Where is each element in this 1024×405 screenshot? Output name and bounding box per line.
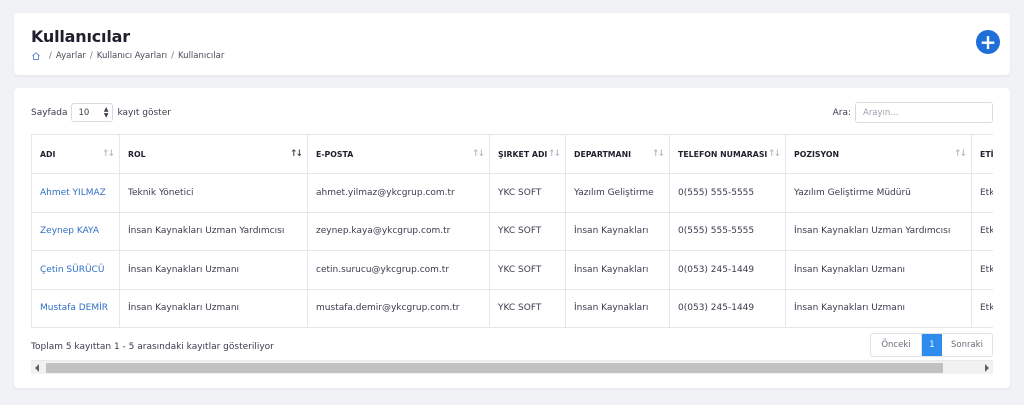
add-user-button[interactable]: + xyxy=(976,30,1000,54)
cell-department: İnsan Kaynakları xyxy=(565,288,670,328)
next-page-button[interactable]: Sonraki xyxy=(942,334,992,356)
cell-email: zeynep.kaya@ykcgrup.com.tr xyxy=(307,211,490,251)
search-control: Ara: Arayın... xyxy=(833,102,993,123)
breadcrumb-separator: / xyxy=(49,51,52,61)
cell-phone: 0(555) 555-5555 xyxy=(669,173,786,213)
home-icon[interactable] xyxy=(31,51,41,61)
cell-role: İnsan Kaynakları Uzmanı xyxy=(119,250,308,290)
breadcrumb-item-user-settings[interactable]: Kullanıcı Ayarları xyxy=(97,51,167,61)
scroll-left-icon[interactable] xyxy=(35,364,39,372)
cell-company: YKC SOFT xyxy=(489,288,566,328)
sort-icon: ↑↓ xyxy=(953,149,967,159)
user-name-link[interactable]: Çetin SÜRÜCÜ xyxy=(31,250,120,290)
cell-phone: 0(053) 245-1449 xyxy=(669,288,786,328)
column-header-email[interactable]: E-POSTA ↑↓ xyxy=(307,134,490,174)
cell-phone: 0(053) 245-1449 xyxy=(669,250,786,290)
cell-tag: Etk xyxy=(971,288,993,328)
user-name-link[interactable]: Mustafa DEMİR xyxy=(31,288,120,328)
cell-department: İnsan Kaynakları xyxy=(565,250,670,290)
column-header-name[interactable]: ADI ↑↓ xyxy=(31,134,120,174)
cell-tag: Etk xyxy=(971,211,993,251)
cell-email: mustafa.demir@ykcgrup.com.tr xyxy=(307,288,490,328)
cell-department: İnsan Kaynakları xyxy=(565,211,670,251)
sort-icon: ↑↓ xyxy=(471,149,485,159)
cell-company: YKC SOFT xyxy=(489,211,566,251)
user-name-link[interactable]: Ahmet YILMAZ xyxy=(31,173,120,213)
plus-icon: + xyxy=(979,30,997,54)
table-row: Ahmet YILMAZ Teknik Yönetici ahmet.yilma… xyxy=(31,173,993,213)
column-header-department[interactable]: DEPARTMANI ↑↓ xyxy=(565,134,670,174)
scroll-right-icon[interactable] xyxy=(985,364,989,372)
column-header-tag[interactable]: ETİKET xyxy=(971,134,993,174)
cell-phone: 0(555) 555-5555 xyxy=(669,211,786,251)
table-row: Mustafa DEMİR İnsan Kaynakları Uzmanı mu… xyxy=(31,288,993,328)
breadcrumb-item-settings[interactable]: Ayarlar xyxy=(56,51,86,61)
sort-icon: ↑↓ xyxy=(101,149,115,159)
cell-position: İnsan Kaynakları Uzman Yardımcısı xyxy=(785,211,972,251)
cell-role: İnsan Kaynakları Uzman Yardımcısı xyxy=(119,211,308,251)
sort-icon: ↑↓ xyxy=(767,149,781,159)
horizontal-scrollbar[interactable] xyxy=(31,360,993,374)
pagination: Önceki 1 Sonraki xyxy=(870,333,993,357)
search-input[interactable]: Arayın... xyxy=(855,102,993,123)
cell-company: YKC SOFT xyxy=(489,250,566,290)
search-label: Ara: xyxy=(832,107,851,118)
page-1-button[interactable]: 1 xyxy=(922,334,942,356)
page-length-value: 10 xyxy=(78,107,90,118)
users-table: ADI ↑↓ ROL ↑↓ E-POSTA ↑↓ ŞIRKET ADI ↑↓ DEPAR… xyxy=(31,134,993,328)
cell-position: İnsan Kaynakları Uzmanı xyxy=(785,288,972,328)
page-length-select[interactable]: 10 ▲ ▼ xyxy=(71,103,114,122)
cell-email: ahmet.yilmaz@ykcgrup.com.tr xyxy=(307,173,490,213)
breadcrumb-separator: / xyxy=(89,51,93,61)
cell-department: Yazılım Geliştirme xyxy=(565,173,670,213)
cell-email: cetin.surucu@ykcgrup.com.tr xyxy=(307,250,490,290)
sort-icon: ↑↓ xyxy=(651,149,665,159)
column-header-phone[interactable]: TELEFON NUMARASI ↑↓ xyxy=(669,134,786,174)
table-header-row: ADI ↑↓ ROL ↑↓ E-POSTA ↑↓ ŞIRKET ADI ↑↓ DEPAR… xyxy=(31,134,993,174)
page-header-card: Kullanıcılar / Ayarlar / Kullanıcı Ayarl… xyxy=(14,13,1010,75)
length-prefix-label: Sayfada xyxy=(31,107,68,118)
breadcrumb-separator: / xyxy=(171,51,175,61)
table-scroll-container: ADI ↑↓ ROL ↑↓ E-POSTA ↑↓ ŞIRKET ADI ↑↓ DEPAR… xyxy=(31,134,993,328)
column-header-role[interactable]: ROL ↑↓ xyxy=(119,134,308,174)
column-header-position[interactable]: POZISYON ↑↓ xyxy=(785,134,972,174)
table-info-text: Toplam 5 kayıttan 1 - 5 arasındaki kayıt… xyxy=(31,342,274,352)
table-row: Çetin SÜRÜCÜ İnsan Kaynakları Uzmanı cet… xyxy=(31,250,993,290)
sort-icon: ↑↓ xyxy=(547,149,561,159)
cell-position: Yazılım Geliştirme Müdürü xyxy=(785,173,972,213)
cell-tag: Etk xyxy=(971,250,993,290)
users-table-card: Sayfada 10 ▲ ▼ kayıt göster Ara: Arayın..… xyxy=(14,88,1010,388)
user-name-link[interactable]: Zeynep KAYA xyxy=(31,211,120,251)
previous-page-button[interactable]: Önceki xyxy=(871,334,922,356)
select-arrows-icon: ▲ ▼ xyxy=(103,105,109,119)
cell-tag: Etk xyxy=(971,173,993,213)
scrollbar-thumb[interactable] xyxy=(46,363,943,373)
sort-icon: ↑↓ xyxy=(289,149,303,159)
breadcrumb-item-users: Kullanıcılar xyxy=(178,51,225,61)
cell-role: İnsan Kaynakları Uzmanı xyxy=(119,288,308,328)
page-title: Kullanıcılar xyxy=(31,27,130,46)
table-row: Zeynep KAYA İnsan Kaynakları Uzman Yardı… xyxy=(31,211,993,251)
cell-role: Teknik Yönetici xyxy=(119,173,308,213)
breadcrumb: / Ayarlar / Kullanıcı Ayarları / Kullanı… xyxy=(31,51,224,61)
column-header-company[interactable]: ŞIRKET ADI ↑↓ xyxy=(489,134,566,174)
length-suffix-label: kayıt göster xyxy=(117,107,171,118)
cell-company: YKC SOFT xyxy=(489,173,566,213)
cell-position: İnsan Kaynakları Uzmanı xyxy=(785,250,972,290)
page-length-control: Sayfada 10 ▲ ▼ kayıt göster xyxy=(31,103,171,122)
